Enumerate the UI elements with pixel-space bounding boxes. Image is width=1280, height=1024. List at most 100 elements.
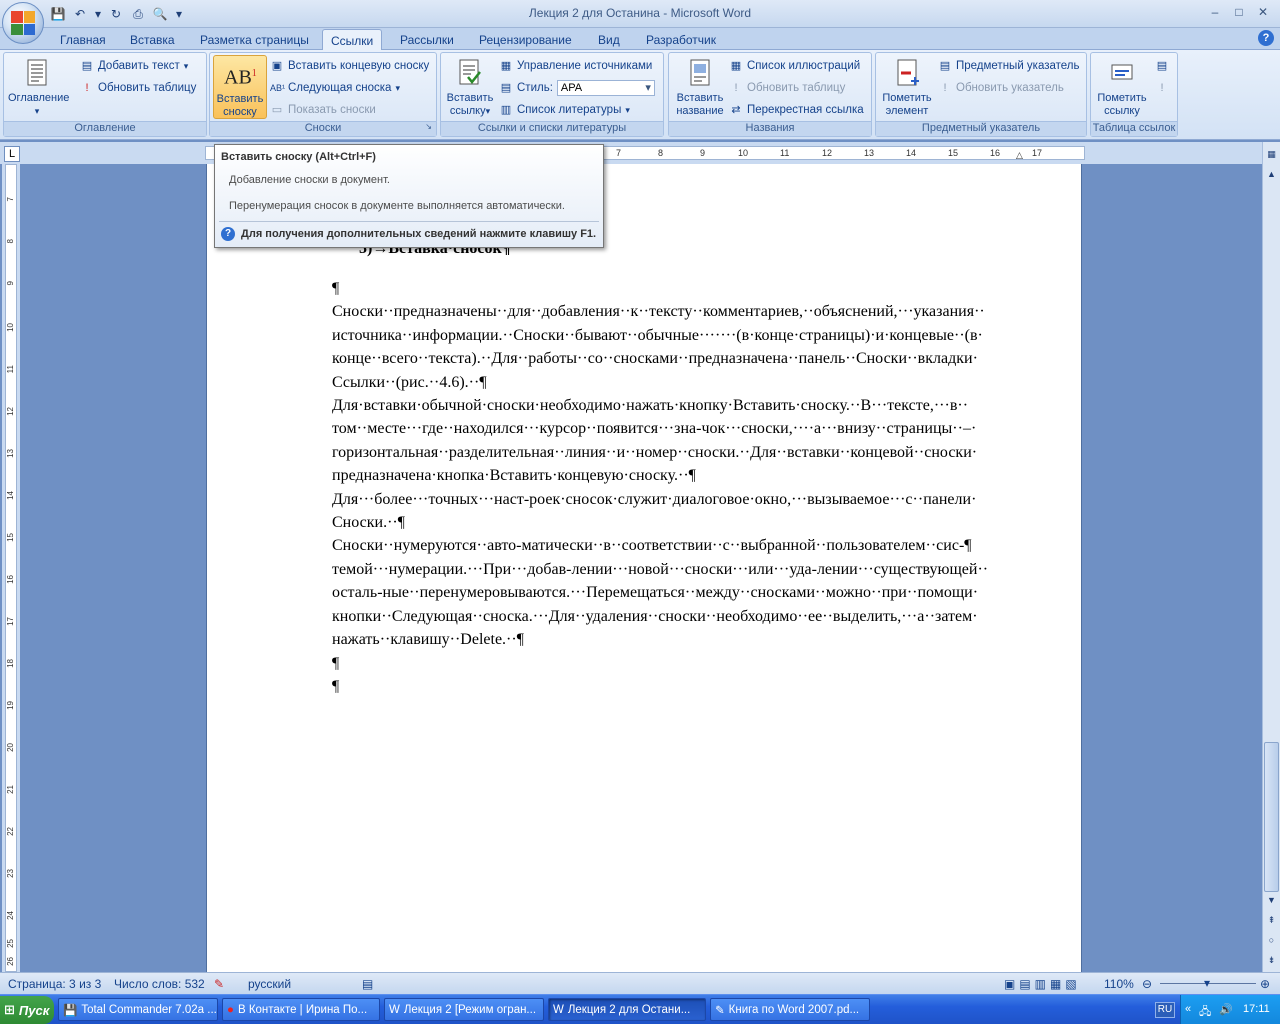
opera-icon: ● (227, 1003, 234, 1016)
system-tray: « 🖧 🔊 17:11 (1180, 995, 1280, 1024)
task-word-book[interactable]: ✎ Книга по Word 2007.pd... (710, 998, 870, 1021)
task-lecture-limited[interactable]: W Лекция 2 [Режим огран... (384, 998, 544, 1021)
zoom-out-icon[interactable]: ⊖ (1142, 977, 1152, 991)
previous-page-icon[interactable]: ⇞ (1263, 912, 1280, 928)
update-index-icon: ! (943, 82, 947, 94)
v-tick: 16 (6, 575, 15, 584)
insert-index-button[interactable]: ▤ Предметный указатель (938, 57, 1080, 75)
document-page[interactable]: 5)→Вставка·сносок¶ ¶ Сноски··предназначе… (206, 164, 1082, 972)
language-bar[interactable]: RU (1155, 1002, 1175, 1018)
title-bar: 💾 ↶ ▾ ↻ ⎙ 🔍 ▾ Лекция 2 для Останина - Mi… (0, 0, 1280, 28)
mark-entry-label1: Пометить (882, 92, 932, 104)
vertical-ruler[interactable]: 7 8 9 10 11 12 13 14 15 16 17 18 19 20 2… (2, 164, 20, 972)
next-footnote-button[interactable]: AB¹ Следующая сноска ▾ (270, 79, 400, 97)
v-tick: 14 (6, 491, 15, 500)
add-text-icon: ▤ (81, 60, 93, 72)
help-icon[interactable]: ? (1258, 30, 1274, 46)
v-tick: 24 (6, 911, 15, 920)
scroll-down-icon[interactable]: ▼ (1263, 892, 1280, 908)
v-tick: 8 (6, 239, 15, 244)
zoom-thumb[interactable]: ▾ (1204, 976, 1210, 990)
update-toa-button[interactable]: ! (1155, 79, 1169, 97)
scroll-thumb[interactable] (1264, 742, 1279, 892)
ruler-toggle-icon[interactable]: ▦ (1263, 146, 1280, 162)
dialog-launcher-icon[interactable]: ↘ (425, 122, 432, 131)
group-citations: Вставить ссылку▾ ▦ Управление источниками … (440, 52, 664, 137)
insert-caption-button[interactable]: Вставить название (671, 55, 729, 119)
bibliography-button[interactable]: ▥ Список литературы ▾ (499, 101, 630, 119)
task-total-commander[interactable]: 💾 Total Commander 7.02a ... (58, 998, 218, 1021)
group-toa: Пометить ссылку ▤ ! Таблица ссылок (1090, 52, 1178, 137)
tab-insert[interactable]: Вставка (122, 29, 183, 50)
next-page-icon[interactable]: ⇟ (1263, 952, 1280, 968)
minimize-button[interactable]: – (1204, 3, 1226, 21)
document-body[interactable]: ¶ Сноски··предназначены··для··добавления… (332, 277, 1030, 698)
show-notes-icon: ▭ (271, 104, 283, 116)
page-indicator[interactable]: Страница: 3 из 3 (8, 977, 101, 991)
insert-footnote-button[interactable]: AB1 Вставить сноску (213, 55, 267, 119)
volume-icon[interactable]: 🔊 (1219, 1003, 1233, 1016)
figures-label: Список иллюстраций (747, 60, 861, 72)
tab-home[interactable]: Главная (52, 29, 114, 50)
task-vkontakte[interactable]: ● В Контакте | Ирина По... (222, 998, 380, 1021)
v-tick: 22 (6, 827, 15, 836)
zoom-level[interactable]: 110% (1104, 977, 1134, 991)
clock[interactable]: 17:11 (1243, 1003, 1270, 1015)
vertical-scrollbar[interactable]: ▦ ▲ ▼ ⇞ ○ ⇟ (1262, 142, 1280, 972)
word-icon: W (389, 1003, 400, 1016)
tab-page-layout[interactable]: Разметка страницы (192, 29, 317, 50)
scroll-up-icon[interactable]: ▲ (1263, 166, 1280, 182)
pdf-icon: ✎ (715, 1004, 725, 1017)
maximize-button[interactable]: □ (1228, 3, 1250, 21)
cross-reference-button[interactable]: ⇄ Перекрестная ссылка (729, 101, 863, 119)
insert-toa-button[interactable]: ▤ (1155, 57, 1169, 75)
spelling-check-icon[interactable]: ✎ (214, 977, 224, 991)
table-of-figures-button[interactable]: ▦ Список иллюстраций (729, 57, 860, 75)
tooltip-divider (219, 221, 599, 222)
tab-selector[interactable]: L (4, 146, 20, 162)
update-index-button[interactable]: ! Обновить указатель (938, 79, 1063, 97)
insert-toa-icon: ▤ (1156, 60, 1168, 72)
update-table-button[interactable]: ! Обновить таблицу (80, 79, 196, 97)
style-dropdown[interactable]: APA (556, 80, 655, 96)
insert-citation-button[interactable]: Вставить ссылку▾ (443, 55, 497, 119)
task-lecture-active[interactable]: W Лекция 2 для Остани... (548, 998, 706, 1021)
v-tick: 11 (6, 365, 15, 374)
h-tick: 14 (906, 148, 917, 158)
network-icon[interactable]: 🖧 (1199, 1003, 1211, 1022)
view-buttons[interactable]: ▣▤▥▦▧ (1004, 977, 1081, 991)
zoom-in-icon[interactable]: ⊕ (1260, 977, 1270, 991)
browse-object-icon[interactable]: ○ (1263, 932, 1280, 948)
macro-record-icon[interactable]: ▤ (362, 977, 373, 991)
v-tick: 18 (6, 659, 15, 668)
next-footnote-icon: AB¹ (270, 83, 286, 93)
insert-endnote-button[interactable]: ▣ Вставить концевую сноску (270, 57, 430, 75)
mark-entry-button[interactable]: Пометить элемент (878, 55, 936, 119)
start-button[interactable]: ⊞ Пуск (0, 996, 54, 1024)
tray-expand-icon[interactable]: « (1185, 1003, 1191, 1015)
show-notes-button[interactable]: ▭ Показать сноски (270, 101, 376, 119)
word-count[interactable]: Число слов: 532 (114, 977, 205, 991)
tab-view[interactable]: Вид (590, 29, 628, 50)
mark-citation-button[interactable]: Пометить ссылку (1093, 55, 1151, 119)
tab-references[interactable]: Ссылки (322, 29, 383, 50)
v-tick: 23 (6, 869, 15, 878)
ribbon: Оглавление ▾ ▤ Добавить текст ▾ ! Обновить т… (0, 50, 1280, 140)
manage-sources-button[interactable]: ▦ Управление источниками (499, 57, 653, 75)
tab-mailings[interactable]: Рассылки (392, 29, 462, 50)
h-tick: 11 (780, 148, 790, 158)
office-button[interactable] (2, 2, 44, 44)
word-icon: W (553, 1003, 564, 1016)
h-tick: 16 (990, 148, 1001, 158)
status-bar: Страница: 3 из 3 Число слов: 532 ✎ русск… (0, 972, 1280, 994)
close-button[interactable]: ✕ (1252, 3, 1274, 21)
right-indent-marker-icon[interactable]: △ (1016, 150, 1023, 159)
add-text-button[interactable]: ▤ Добавить текст ▾ (80, 57, 188, 75)
tab-developer[interactable]: Разработчик (638, 29, 724, 50)
toc-button[interactable]: Оглавление ▾ (8, 55, 69, 119)
window-title: Лекция 2 для Останина - Microsoft Word (528, 6, 752, 20)
update-figures-button[interactable]: ! Обновить таблицу (729, 79, 845, 97)
language-indicator[interactable]: русский (248, 977, 291, 991)
tab-review[interactable]: Рецензирование (471, 29, 580, 50)
group-label-footnotes: Сноски ↘ (210, 121, 436, 136)
